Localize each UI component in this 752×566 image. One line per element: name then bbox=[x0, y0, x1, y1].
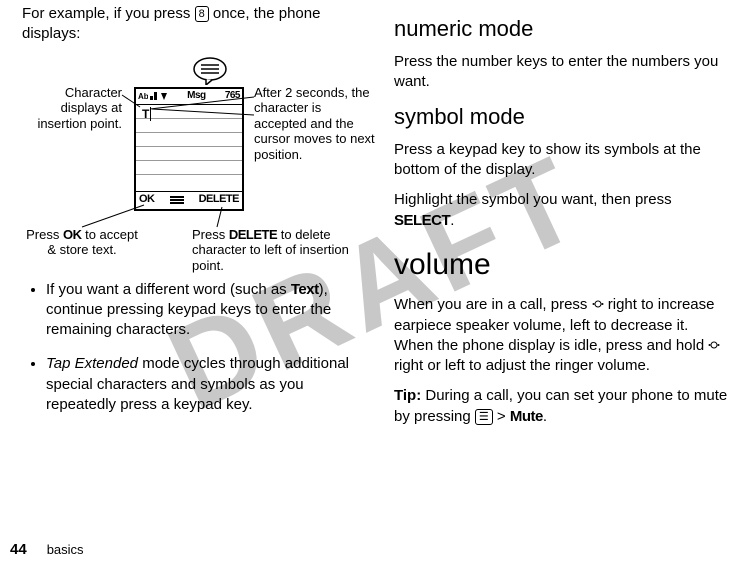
left-bullets: If you want a different word (such as Te… bbox=[22, 280, 358, 416]
callout-delete: Press DELETE to delete character to left… bbox=[192, 227, 382, 274]
para-symbol-1: Press a keypad key to show its symbols a… bbox=[394, 140, 730, 181]
signal-icon bbox=[150, 91, 158, 101]
nav-key-icon bbox=[592, 298, 604, 310]
callout-cursor-advance: After 2 seconds, the character is accept… bbox=[254, 85, 376, 163]
phone-diagram: Ab1 Msg 765 T OK DELETE bbox=[22, 55, 358, 280]
heading-numeric-mode: numeric mode bbox=[394, 14, 730, 44]
nav-key-icon bbox=[708, 339, 720, 351]
para-tip: Tip: During a call, you can set your pho… bbox=[394, 386, 730, 427]
status-count: 765 bbox=[225, 90, 240, 102]
note-icon bbox=[192, 55, 228, 85]
phone-screen: Ab1 Msg 765 T OK DELETE bbox=[134, 87, 244, 211]
para-numeric: Press the number keys to enter the numbe… bbox=[394, 52, 730, 93]
status-msg-label: Msg bbox=[187, 90, 206, 102]
left-column: For example, if you press 8 once, the ph… bbox=[10, 0, 376, 532]
intro-pre: For example, if you press bbox=[22, 5, 195, 22]
softkey-delete: DELETE bbox=[199, 193, 239, 206]
cursor-character: T bbox=[142, 107, 155, 121]
page-number: 44 bbox=[10, 540, 27, 560]
bullet-tap-extended: Tap Extended mode cycles through additio… bbox=[46, 354, 358, 415]
para-volume: When you are in a call, press right to i… bbox=[394, 295, 730, 376]
svg-text:Ab1: Ab1 bbox=[138, 92, 148, 101]
bullet-text-word: If you want a different word (such as Te… bbox=[46, 280, 358, 341]
callout-insertion-point: Character displays at insertion point. bbox=[22, 85, 122, 132]
text-mode-icon: Ab1 bbox=[138, 91, 148, 101]
status-bar: Ab1 Msg 765 bbox=[136, 89, 242, 105]
callout-ok: Press OK to accept & store text. bbox=[22, 227, 142, 258]
para-symbol-2: Highlight the symbol you want, then pres… bbox=[394, 190, 730, 231]
softkey-menu-icon bbox=[170, 196, 184, 204]
softkey-row: OK DELETE bbox=[136, 191, 242, 209]
softkey-ok: OK bbox=[139, 193, 155, 206]
menu-key-icon: ☰ bbox=[475, 409, 493, 425]
footer-section: basics bbox=[47, 541, 84, 559]
status-left-icons: Ab1 bbox=[138, 91, 168, 101]
signal2-icon bbox=[160, 91, 168, 101]
page-footer: 44 basics bbox=[10, 540, 84, 560]
heading-symbol-mode: symbol mode bbox=[394, 102, 730, 132]
right-column: numeric mode Press the number keys to en… bbox=[376, 0, 742, 532]
heading-volume: volume bbox=[394, 245, 730, 286]
page-body: For example, if you press 8 once, the ph… bbox=[0, 0, 752, 532]
key-8-icon: 8 bbox=[195, 6, 209, 22]
intro-paragraph: For example, if you press 8 once, the ph… bbox=[22, 4, 358, 45]
